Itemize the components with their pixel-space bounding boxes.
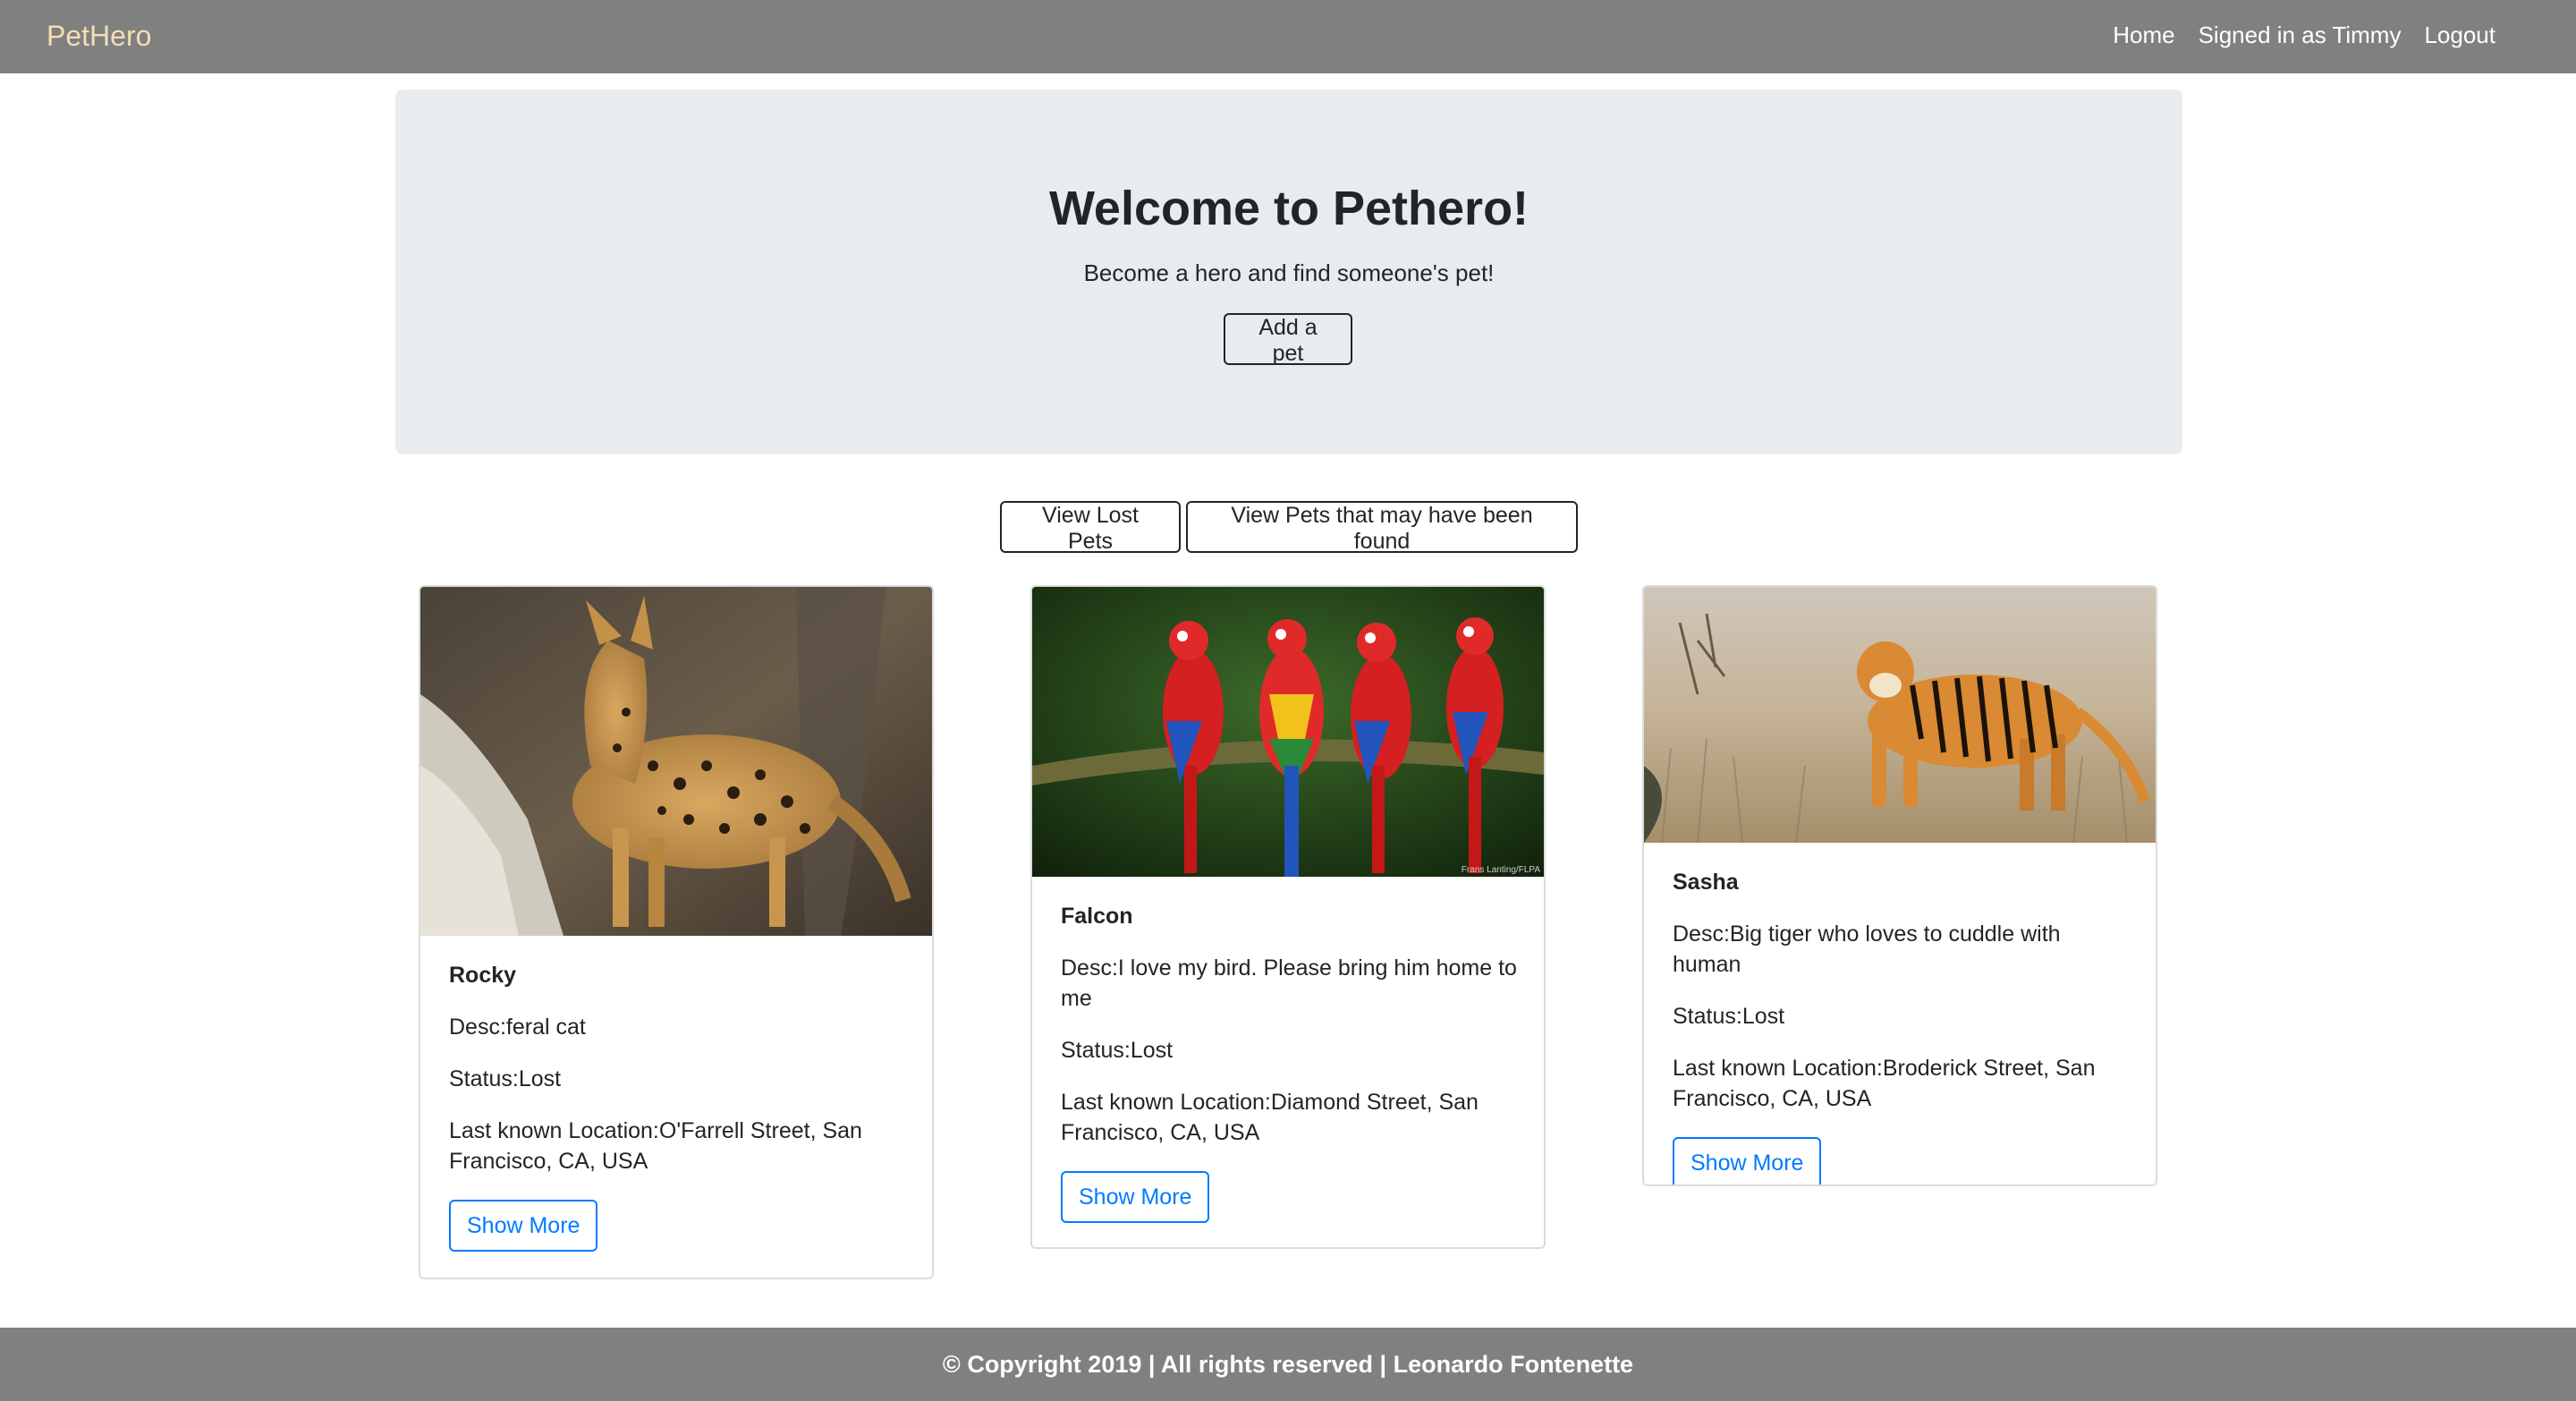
nav-logout-link[interactable]: Logout	[2424, 21, 2496, 49]
pet-card-rocky: Rocky Desc:feral cat Status:Lost Last kn…	[419, 585, 934, 1279]
pet-desc: Desc:feral cat	[449, 1015, 586, 1040]
pet-name: Rocky	[449, 963, 517, 988]
view-lost-pets-button[interactable]: View Lost Pets	[1000, 501, 1181, 554]
nav-user-link[interactable]: Signed in as Timmy	[2199, 21, 2402, 49]
pet-status: Status:Lost	[1061, 1038, 1174, 1063]
macaws-photo: Frans Lanting/FLPA	[1032, 587, 1544, 877]
add-pet-button[interactable]: Add a pet	[1224, 313, 1352, 366]
pet-status: Status:Lost	[1673, 1004, 1785, 1029]
hero-title: Welcome to Pethero!	[1048, 182, 1530, 235]
pet-card-sasha: Sasha Desc:Big tiger who loves to cuddle…	[1642, 585, 2157, 1186]
pet-desc: Desc:Big tiger who loves to cuddle with …	[1673, 921, 2061, 977]
pet-location: Last known Location:Broderick Street, Sa…	[1673, 1056, 2096, 1111]
nav-home-link[interactable]: Home	[2113, 21, 2174, 49]
view-found-pets-button[interactable]: View Pets that may have been found	[1186, 501, 1578, 554]
pet-location: Last known Location:O'Farrell Street, Sa…	[449, 1118, 862, 1174]
card-body: Rocky Desc:feral cat Status:Lost Last kn…	[420, 936, 932, 1278]
pet-card-falcon: Frans Lanting/FLPA Falcon Desc:I love my…	[1030, 585, 1546, 1249]
footer: © Copyright 2019 | All rights reserved |…	[0, 1328, 2576, 1401]
card-body: Sasha Desc:Big tiger who loves to cuddle…	[1644, 843, 2156, 1184]
filter-bar: View Lost Pets View Pets that may have b…	[1000, 501, 1578, 554]
card-body: Falcon Desc:I love my bird. Please bring…	[1032, 877, 1544, 1247]
pet-location: Last known Location:Diamond Street, San …	[1061, 1090, 1479, 1145]
brand-link[interactable]: PetHero	[47, 20, 151, 53]
hero-banner: Welcome to Pethero! Become a hero and fi…	[395, 89, 2182, 454]
hero-subtitle: Become a hero and find someone's pet!	[1083, 259, 1495, 286]
pet-status: Status:Lost	[449, 1066, 562, 1091]
photo-credit: Frans Lanting/FLPA	[1462, 865, 1541, 875]
nav-links: Home Signed in as Timmy Logout	[2113, 21, 2496, 49]
serval-photo	[420, 587, 932, 936]
show-more-button[interactable]: Show More	[449, 1200, 598, 1252]
pet-desc: Desc:I love my bird. Please bring him ho…	[1061, 955, 1517, 1011]
pet-name: Falcon	[1061, 904, 1133, 929]
show-more-button[interactable]: Show More	[1061, 1171, 1210, 1223]
navbar: PetHero Home Signed in as Timmy Logout	[0, 0, 2576, 73]
tiger-photo	[1644, 587, 2156, 843]
show-more-button[interactable]: Show More	[1673, 1137, 1822, 1184]
pet-name: Sasha	[1673, 870, 1739, 895]
